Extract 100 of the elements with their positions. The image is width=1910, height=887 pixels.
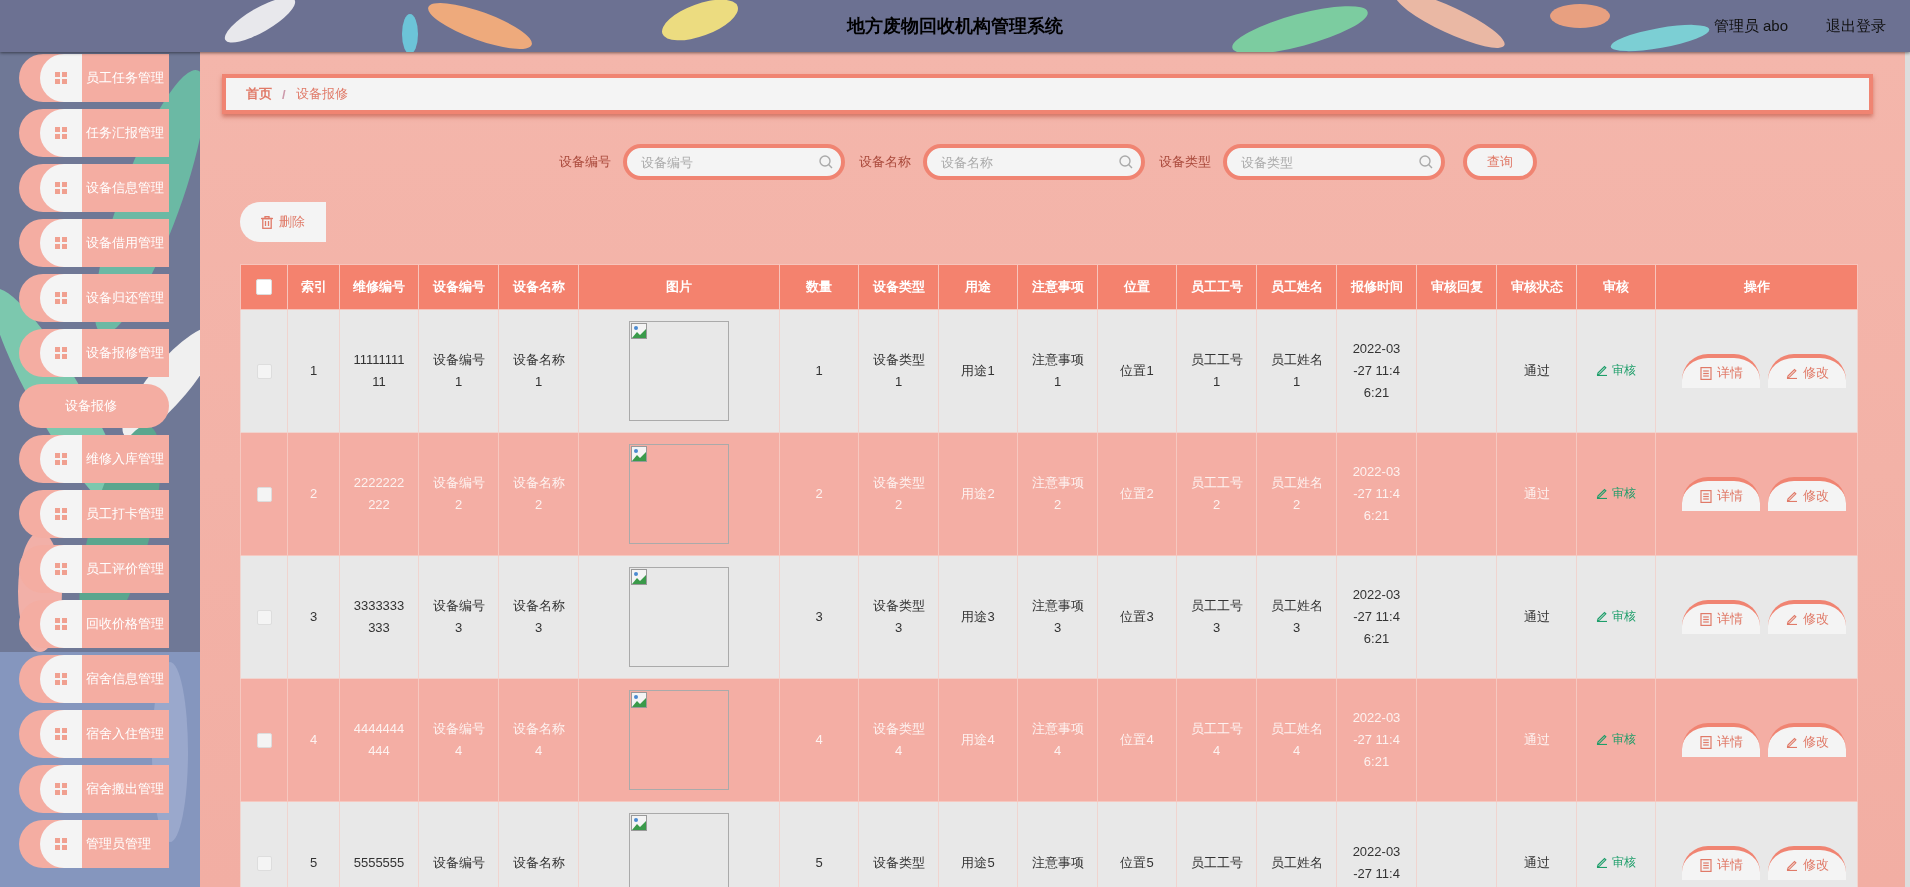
broken-image-icon	[631, 815, 647, 831]
table-cell: 注意事项4	[1017, 678, 1098, 802]
breadcrumb-item[interactable]: 首页	[246, 85, 272, 103]
sidebar-item[interactable]: 维修入库管理	[19, 435, 169, 483]
column-header: 审核回复	[1416, 264, 1497, 310]
table-cell: 注意事项3	[1017, 555, 1098, 679]
table-cell: 用途4	[938, 678, 1018, 802]
table-cell: 设备类型	[858, 801, 939, 887]
review-link[interactable]: 审核	[1596, 728, 1636, 750]
broken-image-icon	[631, 692, 647, 708]
column-header: 设备编号	[418, 264, 499, 310]
table-cell: 4	[779, 678, 859, 802]
edit-icon	[1596, 733, 1608, 745]
sidebar-subitem[interactable]: 设备报修	[19, 384, 169, 428]
column-header: 审核状态	[1496, 264, 1577, 310]
sidebar-item[interactable]: 设备报修管理	[19, 329, 169, 377]
sidebar-item[interactable]: 员工打卡管理	[19, 490, 169, 538]
review-link[interactable]: 审核	[1596, 851, 1636, 873]
document-icon	[1699, 735, 1712, 749]
details-button[interactable]: 详情	[1682, 477, 1760, 511]
query-button[interactable]: 查询	[1462, 144, 1537, 180]
table-cell: 2	[287, 432, 340, 556]
sidebar-item[interactable]: 员工评价管理	[19, 545, 169, 593]
sidebar-item[interactable]: 宿舍入住管理	[19, 710, 169, 758]
table-cell: 员工姓名4	[1256, 678, 1337, 802]
details-button[interactable]: 详情	[1682, 354, 1760, 388]
table-cell: 注意事项1	[1017, 309, 1098, 433]
edit-button[interactable]: 修改	[1768, 477, 1846, 511]
search-field[interactable]: 设备类型	[1222, 144, 1445, 180]
search-field[interactable]: 设备名称	[922, 144, 1145, 180]
sidebar-item[interactable]: 回收价格管理	[19, 600, 169, 648]
trash-icon	[261, 215, 273, 229]
edit-icon	[1785, 613, 1798, 625]
column-header: 用途	[938, 264, 1018, 310]
grid-icon	[55, 347, 67, 359]
field-label: 设备编号	[558, 153, 611, 171]
checkbox[interactable]	[256, 487, 272, 503]
search-icon	[1118, 155, 1133, 169]
edit-button[interactable]: 修改	[1768, 354, 1846, 388]
edit-button[interactable]: 修改	[1768, 600, 1846, 634]
table-cell: 通过	[1496, 801, 1577, 887]
table-cell: 位置2	[1097, 432, 1177, 556]
details-button[interactable]: 详情	[1682, 600, 1760, 634]
table-cell: 1	[779, 309, 859, 433]
review-link[interactable]: 审核	[1596, 359, 1636, 381]
table-cell: 注意事项2	[1017, 432, 1098, 556]
sidebar-item[interactable]: 设备借用管理	[19, 219, 169, 267]
column-header: 报修时间	[1336, 264, 1417, 310]
table-cell: 用途1	[938, 309, 1018, 433]
grid-icon	[55, 127, 67, 139]
table-cell: 通过	[1496, 678, 1577, 802]
sidebar-item[interactable]: 员工任务管理	[19, 54, 169, 102]
column-header: 审核	[1576, 264, 1656, 310]
table-cell: 设备名称	[498, 801, 579, 887]
search-field[interactable]: 设备编号	[622, 144, 845, 180]
table-cell: 设备类型3	[858, 555, 939, 679]
checkbox[interactable]	[256, 279, 272, 296]
column-header: 设备类型	[858, 264, 939, 310]
table-cell: 通过	[1496, 309, 1577, 433]
sidebar-item[interactable]: 宿舍信息管理	[19, 655, 169, 703]
review-link[interactable]: 审核	[1596, 605, 1636, 627]
column-header: 索引	[287, 264, 340, 310]
details-button[interactable]: 详情	[1682, 846, 1760, 880]
review-link[interactable]: 审核	[1596, 482, 1636, 504]
edit-button[interactable]: 修改	[1768, 846, 1846, 880]
details-button[interactable]: 详情	[1682, 723, 1760, 757]
sidebar-item[interactable]: 设备归还管理	[19, 274, 169, 322]
sidebar-item[interactable]: 任务汇报管理	[19, 109, 169, 157]
table-cell: 2022-03-27 11:4	[1336, 801, 1417, 887]
table-cell: 注意事项	[1017, 801, 1098, 887]
column-header: 操作	[1655, 264, 1858, 310]
table-cell: 设备类型1	[858, 309, 939, 433]
document-icon	[1699, 489, 1712, 503]
table-cell: 1	[287, 309, 340, 433]
table-cell: 员工工号3	[1176, 555, 1257, 679]
table-cell: 3	[287, 555, 340, 679]
sidebar-item[interactable]: 管理员管理	[19, 820, 169, 868]
breadcrumb-item[interactable]: 设备报修	[295, 85, 348, 103]
delete-button[interactable]: 删除	[240, 202, 326, 242]
column-header: 数量	[779, 264, 859, 310]
table-cell: 设备编号	[418, 801, 499, 887]
edit-button[interactable]: 修改	[1768, 723, 1846, 757]
table-cell: 设备类型2	[858, 432, 939, 556]
edit-icon	[1596, 487, 1608, 499]
sidebar-item[interactable]: 设备信息管理	[19, 164, 169, 212]
table-cell: 设备类型4	[858, 678, 939, 802]
table-cell: 设备编号2	[418, 432, 499, 556]
grid-icon	[55, 508, 67, 520]
edit-icon	[1596, 856, 1608, 868]
checkbox[interactable]	[256, 733, 272, 749]
table-cell: 2022-03-27 11:46:21	[1336, 432, 1417, 556]
table-cell: 通过	[1496, 432, 1577, 556]
sidebar-item[interactable]: 宿舍搬出管理	[19, 765, 169, 813]
document-icon	[1699, 366, 1712, 380]
table-cell: 员工工号4	[1176, 678, 1257, 802]
table-cell: 3333333333	[339, 555, 419, 679]
table-cell: 2222222222	[339, 432, 419, 556]
table-cell: 2022-03-27 11:46:21	[1336, 678, 1417, 802]
broken-image-icon	[631, 323, 647, 339]
table-cell: 3	[779, 555, 859, 679]
